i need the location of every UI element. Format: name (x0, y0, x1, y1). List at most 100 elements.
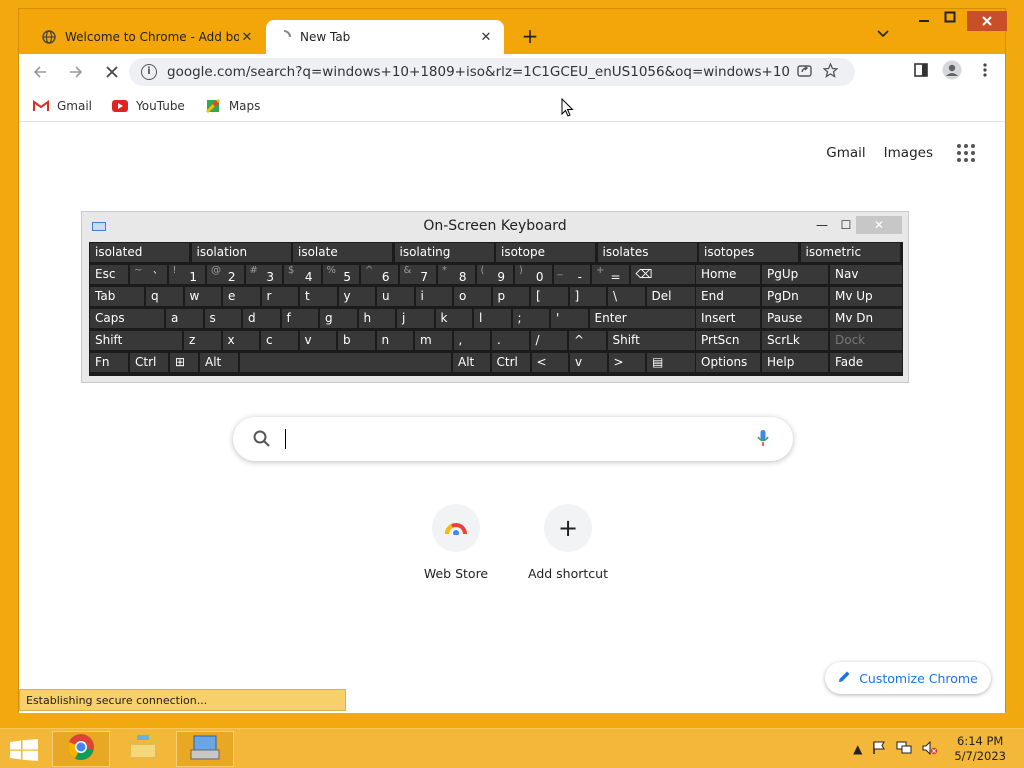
osk-key[interactable]: Del (645, 286, 700, 307)
bookmark-gmail[interactable]: Gmail (33, 99, 92, 113)
osk-minimize-icon[interactable]: — (810, 216, 834, 234)
site-info-icon[interactable]: i (141, 64, 157, 80)
osk-key[interactable]: Shift (89, 330, 183, 351)
osk-suggestion[interactable]: isotope (495, 242, 596, 263)
volume-muted-icon[interactable] (922, 740, 938, 758)
taskbar-on-screen-keyboard[interactable] (176, 731, 234, 767)
osk-key[interactable]: e (222, 286, 261, 307)
osk-key[interactable]: l (473, 308, 512, 329)
osk-key[interactable]: ; (511, 308, 550, 329)
osk-suggestion[interactable]: isolates (596, 242, 698, 263)
osk-key[interactable]: f (280, 308, 319, 329)
microphone-icon[interactable] (757, 429, 769, 451)
osk-suggestion[interactable]: isolate (292, 242, 393, 263)
osk-key[interactable]: g (319, 308, 358, 329)
osk-key[interactable]: Ctrl (129, 352, 169, 373)
osk-key[interactable]: @2 (206, 264, 245, 285)
osk-key[interactable]: Caps (89, 308, 165, 329)
osk-suggestion[interactable]: isolating (393, 242, 495, 263)
omnibox[interactable]: i google.com/search?q=windows+10+1809+is… (129, 58, 855, 86)
url-text[interactable]: google.com/search?q=windows+10+1809+iso&… (167, 64, 791, 80)
osk-key[interactable]: i (414, 286, 453, 307)
start-windows-icon[interactable] (10, 739, 38, 761)
bookmark-maps[interactable]: Maps (205, 98, 260, 113)
osk-nav-key[interactable]: PgDn (761, 286, 829, 307)
osk-key[interactable]: ] (568, 286, 607, 307)
osk-key[interactable]: ! 1 (167, 264, 206, 285)
action-center-flag-icon[interactable] (872, 741, 886, 758)
osk-key[interactable]: & 7 (398, 264, 437, 285)
bookmark-youtube[interactable]: YouTube (112, 99, 185, 113)
osk-nav-key[interactable]: Options (695, 352, 761, 373)
osk-nav-key[interactable]: Pause (761, 308, 829, 329)
osk-nav-key[interactable]: PrtScn (695, 330, 761, 351)
shortcut-add[interactable]: + Add shortcut (513, 504, 623, 581)
osk-suggestion[interactable]: isotopes (698, 242, 799, 263)
osk-nav-key[interactable]: PgUp (761, 264, 829, 285)
osk-key[interactable]: r (260, 286, 299, 307)
osk-key[interactable]: < (530, 352, 569, 373)
osk-key[interactable]: ⊞ (169, 352, 199, 373)
osk-nav-key[interactable]: Help (761, 352, 829, 373)
osk-key[interactable]: ^ (568, 330, 607, 351)
osk-nav-key[interactable]: Fade (829, 352, 903, 373)
osk-key[interactable]: Ctrl (490, 352, 531, 373)
osk-key[interactable]: _ - (552, 264, 591, 285)
osk-key[interactable]: s (203, 308, 242, 329)
osk-key[interactable]: ' (550, 308, 589, 329)
network-icon[interactable] (896, 741, 912, 758)
osk-key[interactable]: d (242, 308, 281, 329)
osk-key[interactable]: Tab (89, 286, 145, 307)
osk-key[interactable]: k (434, 308, 473, 329)
window-close-icon[interactable] (967, 11, 1007, 31)
osk-key[interactable]: ⌫ (629, 264, 700, 285)
osk-key[interactable]: c (260, 330, 299, 351)
osk-key[interactable]: Alt (452, 352, 491, 373)
osk-key[interactable]: a (165, 308, 204, 329)
osk-key[interactable]: v (298, 330, 337, 351)
osk-key[interactable]: b (337, 330, 376, 351)
back-icon[interactable] (25, 57, 55, 87)
apps-grid-icon[interactable] (957, 144, 975, 162)
osk-key[interactable]: . (491, 330, 530, 351)
osk-key[interactable]: ) 0 (514, 264, 553, 285)
customize-chrome-button[interactable]: Customize Chrome (825, 662, 991, 694)
osk-key[interactable]: Enter (588, 308, 697, 329)
tab-search-chevron-icon[interactable] (877, 27, 889, 41)
osk-key[interactable]: t (299, 286, 338, 307)
share-icon[interactable] (791, 63, 817, 81)
osk-key[interactable]: Alt (199, 352, 239, 373)
osk-spacebar[interactable] (239, 352, 452, 373)
osk-nav-key[interactable]: Mv Up (829, 286, 903, 307)
osk-key[interactable]: z (183, 330, 222, 351)
osk-key[interactable]: \ (607, 286, 646, 307)
osk-nav-key[interactable]: Dock (829, 330, 903, 351)
forward-icon[interactable] (61, 57, 91, 87)
osk-key[interactable]: > (607, 352, 646, 373)
osk-key[interactable]: [ (530, 286, 569, 307)
osk-key[interactable]: $4 (283, 264, 322, 285)
gmail-link[interactable]: Gmail (826, 145, 865, 161)
osk-close-icon[interactable]: ✕ (856, 216, 902, 234)
profile-avatar-icon[interactable] (940, 60, 964, 84)
osk-key[interactable]: h (357, 308, 396, 329)
maximize-icon[interactable] (935, 11, 965, 31)
osk-nav-key[interactable]: Mv Dn (829, 308, 903, 329)
new-tab-button[interactable]: + (518, 25, 542, 49)
osk-nav-key[interactable]: Nav (829, 264, 903, 285)
shortcut-web-store[interactable]: Web Store (401, 504, 511, 581)
osk-key[interactable]: p (491, 286, 530, 307)
osk-key[interactable]: v (569, 352, 608, 373)
taskbar-file-explorer[interactable] (114, 731, 172, 767)
osk-nav-key[interactable]: Insert (695, 308, 761, 329)
osk-key[interactable]: y (337, 286, 376, 307)
osk-nav-key[interactable]: ScrLk (761, 330, 829, 351)
tab-new-tab[interactable]: New Tab ✕ (266, 20, 504, 54)
osk-key[interactable]: ^ 6 (360, 264, 399, 285)
osk-key[interactable]: / (529, 330, 568, 351)
show-hidden-icons-icon[interactable]: ▲ (853, 742, 862, 756)
osk-suggestion[interactable]: isolated (89, 242, 190, 263)
osk-key[interactable]: u (376, 286, 415, 307)
stop-loading-icon[interactable] (97, 57, 127, 87)
osk-key[interactable]: o (453, 286, 492, 307)
